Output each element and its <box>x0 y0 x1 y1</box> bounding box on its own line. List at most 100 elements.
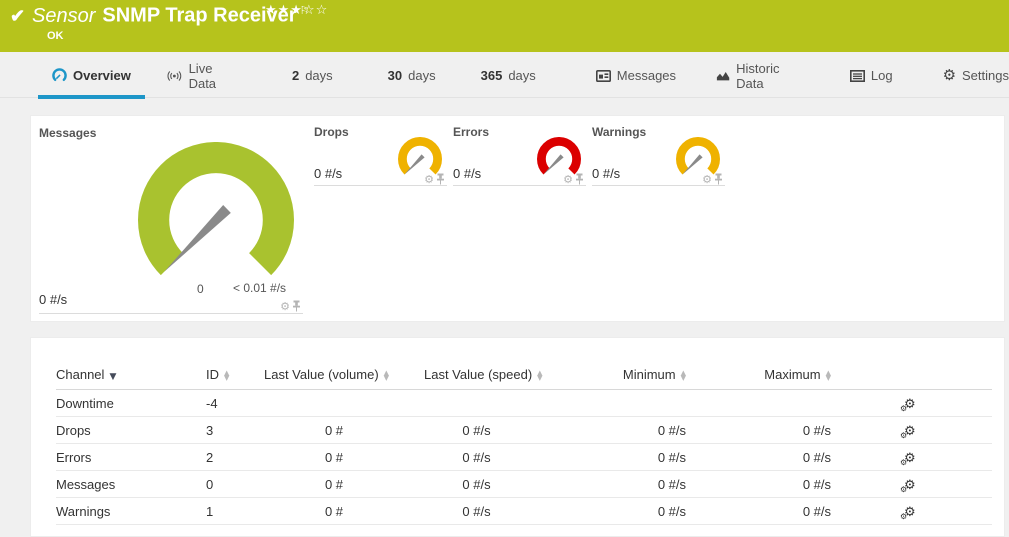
sort-icon[interactable]: ▲▼ <box>537 371 542 380</box>
edit-channel-icon[interactable]: ⚙⚙ <box>904 398 916 411</box>
tab-label: days <box>508 68 535 83</box>
last-value-speed: 0 #/s <box>404 450 549 465</box>
channel-settings-icon[interactable]: ⚙ <box>280 301 290 312</box>
pin-icon[interactable] <box>292 300 301 312</box>
tab-365-days[interactable]: 365 days <box>481 52 536 98</box>
priority-stars[interactable]: ★★★☆☆ <box>265 3 328 18</box>
edit-channel-icon[interactable]: ⚙⚙ <box>904 452 916 465</box>
pin-icon[interactable] <box>436 173 445 185</box>
col-header-id[interactable]: ID▲▼ <box>206 367 264 382</box>
gauge-tile-messages[interactable]: Messages 0 < 0.01 #/s 0 #/s ⚙ <box>39 124 303 314</box>
pin-icon[interactable] <box>714 173 723 185</box>
tab-label: Live Data <box>189 61 237 91</box>
channel-settings-icon[interactable]: ⚙ <box>424 174 434 185</box>
col-header-last-value-speed[interactable]: Last Value (speed)▲▼ <box>404 367 549 382</box>
channel-table-panel: Channel▼ ID▲▼ Last Value (volume)▲▼ Last… <box>30 337 1005 537</box>
broadcast-icon <box>166 69 183 83</box>
table-row-errors: Errors 2 0 # 0 #/s 0 #/s 0 #/s ⚙⚙ <box>56 444 992 471</box>
tab-label: days <box>305 68 332 83</box>
gauge-scale-max: < 0.01 #/s <box>233 281 286 295</box>
channel-settings-icon[interactable]: ⚙ <box>563 174 573 185</box>
maximum-value: 0 #/s <box>694 477 839 492</box>
stars-empty: ☆☆ <box>303 3 328 18</box>
minimum-value: 0 #/s <box>549 504 694 519</box>
tab-30-days[interactable]: 30 days <box>388 52 436 98</box>
maximum-value: 0 #/s <box>694 450 839 465</box>
area-chart-icon <box>716 69 730 82</box>
log-list-icon <box>850 70 865 82</box>
last-value-volume: 0 # <box>264 450 404 465</box>
tab-label: Historic Data <box>736 61 802 91</box>
col-header-last-value-volume[interactable]: Last Value (volume)▲▼ <box>264 367 404 382</box>
gear-icon: ⚙ <box>943 68 956 83</box>
gauge-title: Drops <box>314 125 349 139</box>
minimum-value: 0 #/s <box>549 423 694 438</box>
sort-icon[interactable]: ▲▼ <box>224 371 229 380</box>
channel-id: 2 <box>206 450 264 465</box>
gauge-icon <box>52 68 67 83</box>
channel-settings-icon[interactable]: ⚙ <box>702 174 712 185</box>
tab-messages[interactable]: Messages <box>596 52 676 98</box>
sort-icon[interactable]: ▲▼ <box>826 371 831 380</box>
channel-id: 3 <box>206 423 264 438</box>
last-value-volume: 0 # <box>264 504 404 519</box>
channel-name[interactable]: Downtime <box>56 396 206 411</box>
title-prefix: Sensor <box>32 5 95 27</box>
gauge-value: 0 #/s <box>39 292 67 307</box>
channel-table: Channel▼ ID▲▼ Last Value (volume)▲▼ Last… <box>31 338 1004 525</box>
ok-check-icon: ✔ <box>10 6 25 27</box>
channel-id: -4 <box>206 396 264 411</box>
tab-live-data[interactable]: Live Data <box>166 52 237 98</box>
tab-log[interactable]: Log <box>850 52 893 98</box>
col-header-channel[interactable]: Channel▼ <box>56 367 206 382</box>
tab-label: days <box>408 68 435 83</box>
tab-overview[interactable]: Overview <box>52 52 131 98</box>
edit-channel-icon[interactable]: ⚙⚙ <box>904 425 916 438</box>
table-header-row: Channel▼ ID▲▼ Last Value (volume)▲▼ Last… <box>56 360 992 390</box>
last-value-speed: 0 #/s <box>404 477 549 492</box>
pin-icon[interactable] <box>575 173 584 185</box>
gauge-tile-drops[interactable]: Drops 0 #/s ⚙ <box>314 123 447 186</box>
minimum-value: 0 #/s <box>549 450 694 465</box>
tab-number: 2 <box>292 68 299 83</box>
channel-name[interactable]: Messages <box>56 477 206 492</box>
sort-desc-icon[interactable]: ▼ <box>109 372 116 382</box>
table-row-warnings: Warnings 1 0 # 0 #/s 0 #/s 0 #/s ⚙⚙ <box>56 498 992 525</box>
channel-name[interactable]: Warnings <box>56 504 206 519</box>
gauge-tile-errors[interactable]: Errors 0 #/s ⚙ <box>453 123 586 186</box>
gauge-scale-min: 0 <box>197 282 204 296</box>
overview-gauges-panel: Messages 0 < 0.01 #/s 0 #/s ⚙ Drops 0 #/… <box>30 115 1005 322</box>
gauge-value: 0 #/s <box>453 166 481 181</box>
tab-historic-data[interactable]: Historic Data <box>716 52 802 98</box>
last-value-volume: 0 # <box>264 423 404 438</box>
main-gauge <box>138 142 294 298</box>
gauge-tile-warnings[interactable]: Warnings 0 #/s ⚙ <box>592 123 725 186</box>
col-header-maximum[interactable]: Maximum▲▼ <box>694 367 839 382</box>
sort-icon[interactable]: ▲▼ <box>384 371 389 380</box>
gauge-title: Warnings <box>592 125 646 139</box>
maximum-value: 0 #/s <box>694 504 839 519</box>
col-header-minimum[interactable]: Minimum▲▼ <box>549 367 694 382</box>
tab-settings[interactable]: ⚙ Settings <box>943 52 1009 98</box>
tab-number: 30 <box>388 68 402 83</box>
channel-name[interactable]: Drops <box>56 423 206 438</box>
tab-number: 365 <box>481 68 503 83</box>
status-badge: OK <box>47 30 64 42</box>
edit-channel-icon[interactable]: ⚙⚙ <box>904 479 916 492</box>
gauge-title: Errors <box>453 125 489 139</box>
sort-icon[interactable]: ▲▼ <box>681 371 686 380</box>
last-value-volume: 0 # <box>264 477 404 492</box>
channel-name[interactable]: Errors <box>56 450 206 465</box>
last-value-speed: 0 #/s <box>404 504 549 519</box>
tab-label: Overview <box>73 68 131 83</box>
tab-label: Log <box>871 68 893 83</box>
table-row-messages: Messages 0 0 # 0 #/s 0 #/s 0 #/s ⚙⚙ <box>56 471 992 498</box>
table-row-downtime: Downtime -4 ⚙⚙ <box>56 390 992 417</box>
tab-2-days[interactable]: 2 days <box>292 52 333 98</box>
minimum-value: 0 #/s <box>549 477 694 492</box>
maximum-value: 0 #/s <box>694 423 839 438</box>
gauge-title: Messages <box>39 126 96 140</box>
tab-label: Messages <box>617 68 676 83</box>
sensor-status-bar: ✔ SensorSNMP Trap Receiver⚐ ★★★☆☆ OK <box>0 0 1009 52</box>
edit-channel-icon[interactable]: ⚙⚙ <box>904 506 916 519</box>
